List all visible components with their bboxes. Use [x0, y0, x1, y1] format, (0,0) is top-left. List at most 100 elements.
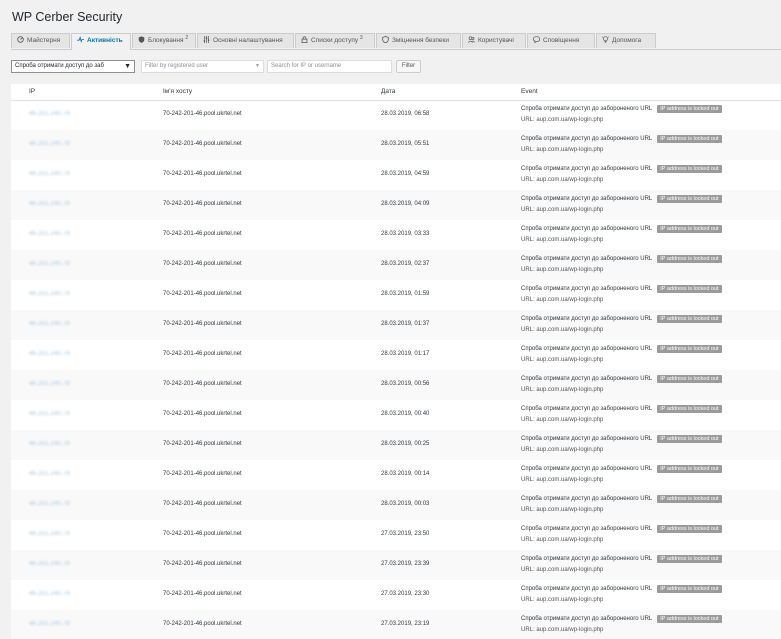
locked-out-badge: IP address is locked out — [657, 285, 722, 293]
event-url: URL: aup.com.ua/wp-login.php — [521, 177, 604, 183]
ip-link[interactable]: 46.201.240.79 — [29, 621, 70, 627]
ip-link[interactable]: 46.201.240.79 — [29, 501, 70, 507]
hostname: 70-242-201-46.pool.ukrtel.net — [163, 591, 242, 597]
table-row: 46.201.240.79 70-242-201-46.pool.ukrtel.n… — [11, 310, 781, 340]
activity-type-select[interactable]: Спроба отримати доступ до заб ▼ — [11, 60, 135, 73]
hostname: 70-242-201-46.pool.ukrtel.net — [163, 141, 242, 147]
ip-link[interactable]: 46.201.240.79 — [29, 411, 70, 417]
hostname: 70-242-201-46.pool.ukrtel.net — [163, 501, 242, 507]
event-text: Спроба отримати доступ до забороненого U… — [521, 496, 653, 502]
column-header-host: Ім'я хосту — [163, 88, 193, 95]
hostname: 70-242-201-46.pool.ukrtel.net — [163, 621, 242, 627]
filter-button[interactable]: Filter — [396, 60, 421, 73]
event-date: 28.03.2019, 04:09 — [381, 201, 430, 207]
event-url: URL: aup.com.ua/wp-login.php — [521, 507, 604, 513]
ip-link[interactable]: 46.201.240.79 — [29, 171, 70, 177]
tab-count-badge: 3 — [359, 34, 363, 41]
event-url: URL: aup.com.ua/wp-login.php — [521, 597, 604, 603]
event-date: 28.03.2019, 00:56 — [381, 381, 430, 387]
event-text: Спроба отримати доступ до забороненого U… — [521, 286, 653, 292]
event-date: 28.03.2019, 01:17 — [381, 351, 430, 357]
ip-link[interactable]: 46.201.240.79 — [29, 261, 70, 267]
tab-dashboard[interactable]: Майстерня — [11, 33, 70, 48]
tab-main-settings[interactable]: Основні налаштування — [197, 33, 294, 48]
table-row: 46.201.240.79 70-242-201-46.pool.ukrtel.n… — [11, 220, 781, 250]
ip-link[interactable]: 46.201.240.79 — [29, 291, 70, 297]
hostname: 70-242-201-46.pool.ukrtel.net — [163, 471, 242, 477]
event-url: URL: aup.com.ua/wp-login.php — [521, 117, 604, 123]
tab-access-lists[interactable]: Списки доступу 3 — [295, 33, 375, 48]
ip-link[interactable]: 46.201.240.79 — [29, 441, 70, 447]
sliders-icon — [203, 36, 210, 43]
event-date: 27.03.2019, 23:39 — [381, 561, 430, 567]
locked-out-badge: IP address is locked out — [657, 555, 722, 563]
tab-notifications[interactable]: Сповіщення — [527, 33, 595, 48]
event-description: Спроба отримати доступ до забороненого U… — [521, 315, 722, 323]
shield-icon — [138, 36, 145, 43]
column-header-event: Event — [521, 88, 538, 95]
event-text: Спроба отримати доступ до забороненого U… — [521, 316, 653, 322]
users-icon — [468, 36, 475, 43]
event-description: Спроба отримати доступ до забороненого U… — [521, 555, 722, 563]
event-date: 28.03.2019, 04:59 — [381, 171, 430, 177]
ip-link[interactable]: 46.201.240.79 — [29, 141, 70, 147]
ip-link[interactable]: 46.201.240.79 — [29, 471, 70, 477]
event-description: Спроба отримати доступ до забороненого U… — [521, 225, 722, 233]
table-row: 46.201.240.79 70-242-201-46.pool.ukrtel.n… — [11, 550, 781, 580]
locked-out-badge: IP address is locked out — [657, 315, 722, 323]
tab-hardening[interactable]: Зміцнення безпеки — [376, 33, 461, 48]
ip-link[interactable]: 46.201.240.79 — [29, 351, 70, 357]
table-row: 46.201.240.79 70-242-201-46.pool.ukrtel.n… — [11, 490, 781, 520]
ip-link[interactable]: 46.201.240.79 — [29, 381, 70, 387]
hostname: 70-242-201-46.pool.ukrtel.net — [163, 441, 242, 447]
event-url: URL: aup.com.ua/wp-login.php — [521, 537, 604, 543]
tab-help[interactable]: Допомога — [596, 33, 656, 48]
event-url: URL: aup.com.ua/wp-login.php — [521, 147, 604, 153]
search-input[interactable]: Search for IP or username — [267, 60, 392, 73]
event-description: Спроба отримати доступ до забороненого U… — [521, 435, 722, 443]
event-url: URL: aup.com.ua/wp-login.php — [521, 297, 604, 303]
hostname: 70-242-201-46.pool.ukrtel.net — [163, 171, 242, 177]
tab-users[interactable]: Користувачі — [462, 33, 526, 48]
ip-link[interactable]: 46.201.240.79 — [29, 111, 70, 117]
hostname: 70-242-201-46.pool.ukrtel.net — [163, 411, 242, 417]
event-url: URL: aup.com.ua/wp-login.php — [521, 357, 604, 363]
table-row: 46.201.240.79 70-242-201-46.pool.ukrtel.n… — [11, 430, 781, 460]
ip-link[interactable]: 46.201.240.79 — [29, 231, 70, 237]
tab-activity[interactable]: Активність — [71, 33, 131, 50]
locked-out-badge: IP address is locked out — [657, 255, 722, 263]
event-text: Спроба отримати доступ до забороненого U… — [521, 406, 653, 412]
hostname: 70-242-201-46.pool.ukrtel.net — [163, 321, 242, 327]
ip-link[interactable]: 46.201.240.79 — [29, 591, 70, 597]
locked-out-badge: IP address is locked out — [657, 135, 722, 143]
table-row: 46.201.240.79 70-242-201-46.pool.ukrtel.n… — [11, 520, 781, 550]
locked-out-badge: IP address is locked out — [657, 105, 722, 113]
event-date: 28.03.2019, 01:37 — [381, 321, 430, 327]
hostname: 70-242-201-46.pool.ukrtel.net — [163, 111, 242, 117]
locked-out-badge: IP address is locked out — [657, 375, 722, 383]
event-date: 28.03.2019, 00:25 — [381, 441, 430, 447]
locked-out-badge: IP address is locked out — [657, 165, 722, 173]
ip-link[interactable]: 46.201.240.79 — [29, 321, 70, 327]
dashboard-icon — [17, 36, 24, 43]
registered-user-select[interactable]: Filter by registered user ▼ — [141, 60, 264, 73]
event-url: URL: aup.com.ua/wp-login.php — [521, 207, 604, 213]
event-text: Спроба отримати доступ до забороненого U… — [521, 136, 653, 142]
ip-link[interactable]: 46.201.240.79 — [29, 201, 70, 207]
hostname: 70-242-201-46.pool.ukrtel.net — [163, 531, 242, 537]
ip-link[interactable]: 46.201.240.79 — [29, 561, 70, 567]
event-url: URL: aup.com.ua/wp-login.php — [521, 387, 604, 393]
tab-lockouts[interactable]: Блокування 2 — [132, 33, 196, 48]
filter-bar: Спроба отримати доступ до заб ▼ Filter b… — [11, 60, 781, 74]
ip-link[interactable]: 46.201.240.79 — [29, 531, 70, 537]
event-date: 28.03.2019, 02:37 — [381, 261, 430, 267]
event-description: Спроба отримати доступ до забороненого U… — [521, 405, 722, 413]
locked-out-badge: IP address is locked out — [657, 405, 722, 413]
event-text: Спроба отримати доступ до забороненого U… — [521, 436, 653, 442]
event-text: Спроба отримати доступ до забороненого U… — [521, 166, 653, 172]
event-url: URL: aup.com.ua/wp-login.php — [521, 567, 604, 573]
table-row: 46.201.240.79 70-242-201-46.pool.ukrtel.n… — [11, 460, 781, 490]
hostname: 70-242-201-46.pool.ukrtel.net — [163, 231, 242, 237]
event-description: Спроба отримати доступ до забороненого U… — [521, 465, 722, 473]
tab-label: Блокування — [148, 37, 184, 44]
